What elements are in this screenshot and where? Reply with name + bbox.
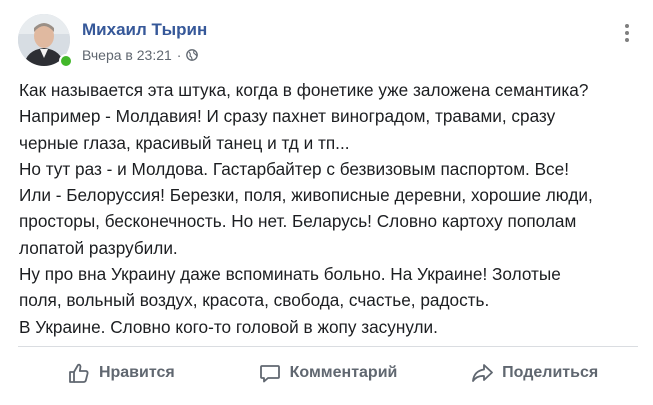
share-icon [472, 364, 494, 382]
post-header: Михаил Тырин Вчера в 23:21 · [18, 14, 638, 70]
like-label: Нравится [98, 364, 175, 381]
comment-icon [259, 365, 280, 383]
globe-icon[interactable] [186, 49, 199, 61]
like-button[interactable]: Нравится [18, 350, 225, 396]
post-text-line: лопатой разрубили. [19, 237, 178, 258]
meta-separator: · [176, 47, 182, 63]
post-text-line: Как называется эта штука, когда в фонети… [19, 80, 589, 100]
more-options-icon[interactable] [616, 20, 638, 46]
post-actions: Нравится Комментарий Поделиться [18, 350, 638, 396]
post-text-line: Ну про вна Украину даже вспоминать больн… [19, 264, 561, 285]
share-button[interactable]: Поделиться [431, 350, 638, 396]
post-text-line: поля, вольный воздух, красота, свобода, … [19, 290, 490, 311]
post-text-line: Но тут раз - и Молдова. Гастарбайтер с б… [19, 158, 569, 179]
post-meta: Вчера в 23:21 · [82, 47, 199, 63]
post-text-line: Например - Молдавия! И сразу пахнет вино… [19, 106, 556, 127]
post-text-line: черные глаза, красивый танец и тд и тп..… [19, 132, 350, 153]
post-card: Михаил Тырин Вчера в 23:21 · Как называе… [0, 0, 653, 405]
author-name[interactable]: Михаил Тырин [82, 20, 207, 40]
post-text-line: Или - Белоруссия! Березки, поля, живопис… [19, 185, 593, 206]
comment-button[interactable]: Комментарий [225, 350, 432, 396]
post-text: Как называется эта штука, когда в фонети… [19, 77, 639, 340]
share-label: Поделиться [502, 364, 599, 381]
post-timestamp[interactable]: Вчера в 23:21 [82, 47, 172, 63]
comment-label: Комментарий [289, 364, 398, 381]
thumbs-up-icon [69, 363, 89, 383]
online-status-dot [59, 54, 73, 68]
actions-divider [18, 346, 638, 347]
post-text-line: В Украине. Словно кого-то головой в жопу… [19, 316, 438, 337]
post-text-line: просторы, бесконечность. Но нет. Беларус… [19, 211, 577, 232]
